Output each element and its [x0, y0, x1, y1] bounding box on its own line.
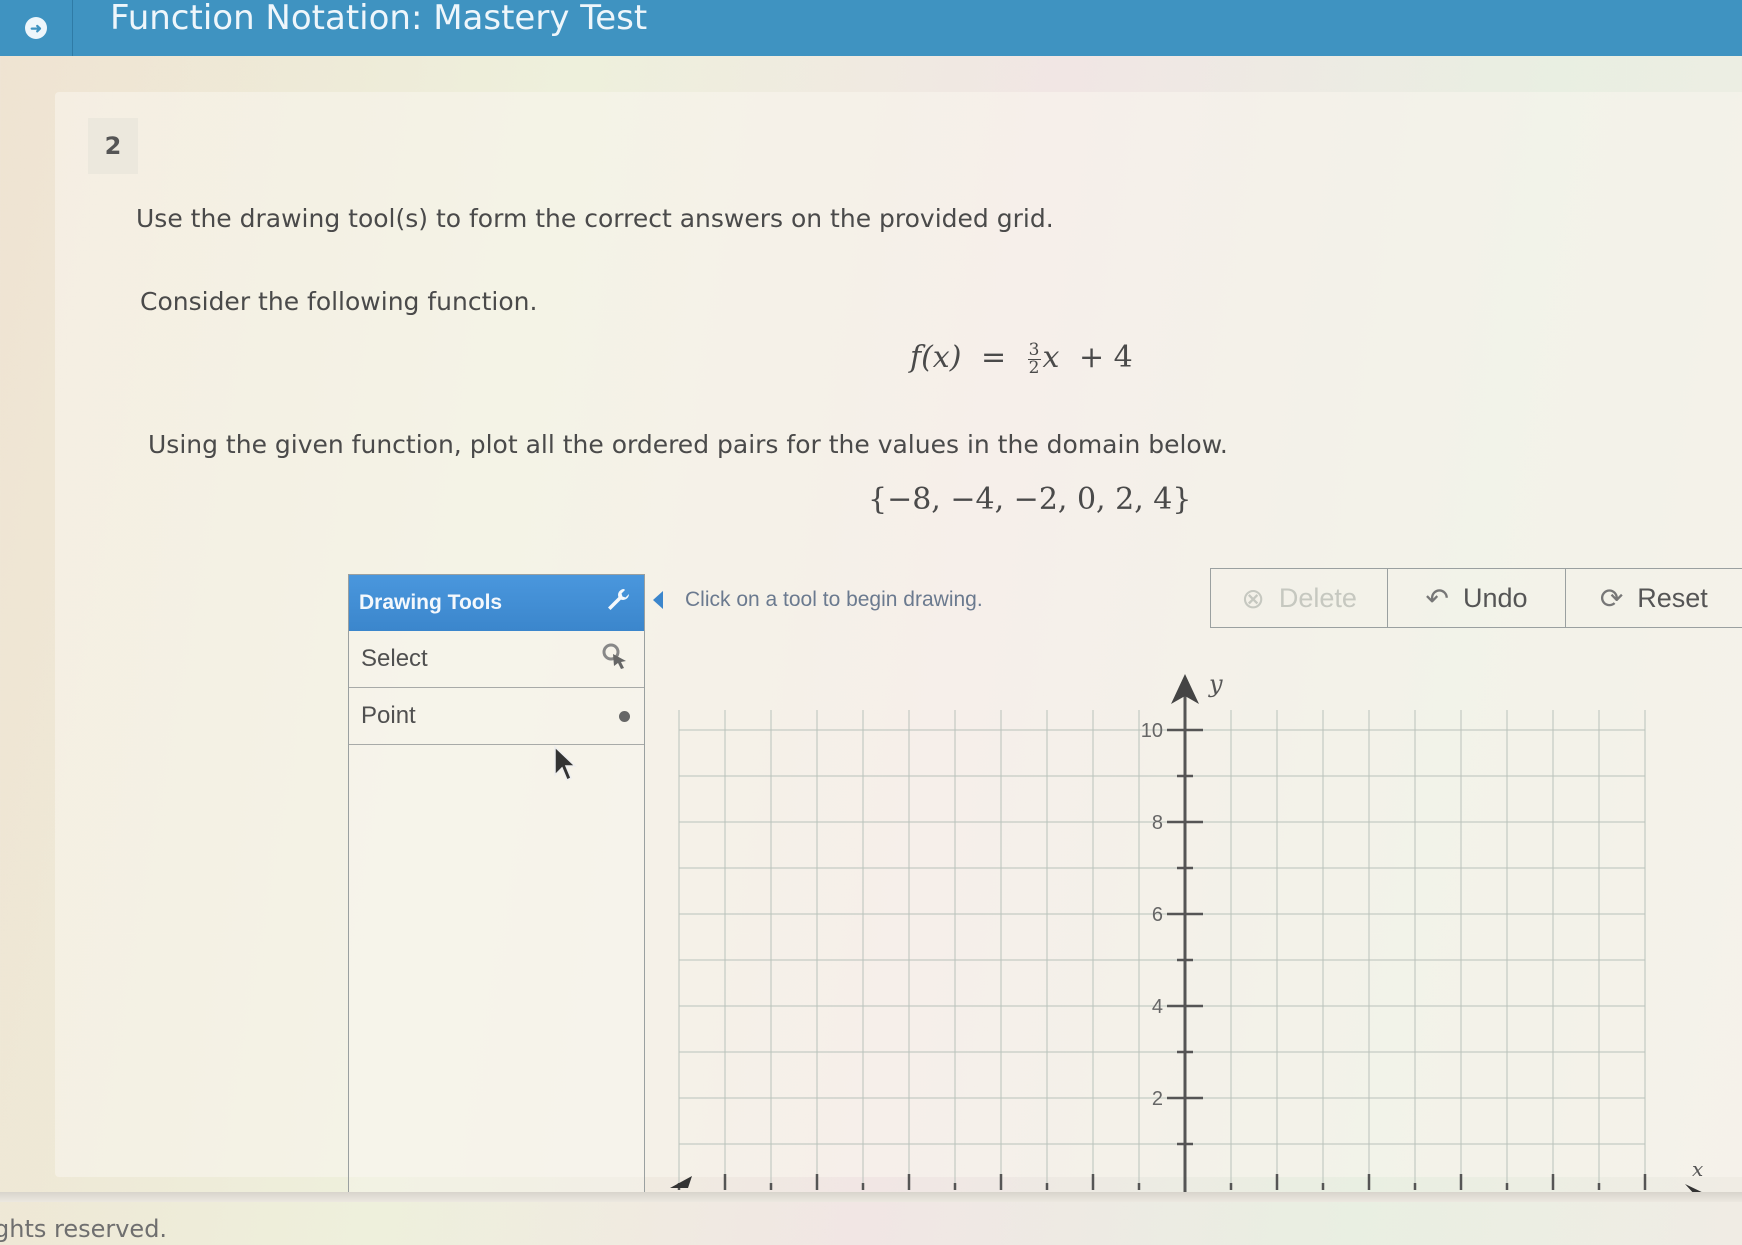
reset-refresh-icon: ⟳	[1599, 582, 1624, 614]
collapse-triangle-icon[interactable]	[653, 591, 663, 609]
nav-button[interactable]: ➜	[0, 0, 73, 56]
grid-svg[interactable]: y 2 4 6 8 10 x	[660, 640, 1742, 1200]
drawing-tools-label: Drawing Tools	[359, 591, 503, 614]
reset-label: Reset	[1637, 582, 1708, 613]
function-lhs: f(x)	[910, 340, 962, 375]
undo-arrow-icon: ↶	[1425, 582, 1449, 614]
page-divider	[0, 1192, 1742, 1202]
drawing-tools-header: Drawing Tools	[349, 575, 644, 631]
wrench-icon	[604, 586, 632, 620]
status-message: Click on a tool to begin drawing.	[685, 588, 983, 611]
question-number: 2	[88, 118, 138, 174]
fraction-denominator: 2	[1028, 357, 1040, 378]
arrow-right-circle-icon: ➜	[25, 17, 47, 39]
x-axis-left-arrow	[670, 1176, 692, 1188]
reset-button[interactable]: ⟳ Reset	[1564, 569, 1742, 627]
tool-select[interactable]: Select	[349, 631, 644, 688]
top-bar: ➜ Function Notation: Mastery Test	[0, 0, 1742, 56]
delete-label: Delete	[1278, 582, 1357, 613]
message-bar: Click on a tool to begin drawing.	[643, 572, 1210, 628]
function-formula: f(x) = 3 2 x + 4	[910, 340, 1133, 377]
select-cursor-icon	[600, 641, 630, 678]
prompt-text: Consider the following function.	[140, 287, 538, 316]
action-toolbar: ⊗ Delete ↶ Undo ⟳ Reset	[1210, 568, 1742, 628]
task-text: Using the given function, plot all the o…	[148, 430, 1228, 459]
page-title: Function Notation: Mastery Test	[110, 0, 648, 38]
function-variable: x	[1042, 340, 1060, 375]
y-tick-label: 6	[1152, 904, 1163, 926]
function-equals: =	[980, 340, 1007, 375]
y-axis-label: y	[1208, 670, 1223, 698]
coefficient-fraction: 3 2	[1027, 339, 1041, 378]
y-tick-label: 8	[1152, 812, 1163, 834]
y-tick-label: 4	[1152, 996, 1163, 1018]
undo-label: Undo	[1462, 582, 1528, 613]
mouse-pointer-icon	[553, 745, 579, 790]
tool-point-label: Point	[361, 702, 416, 729]
y-tick-label: 2	[1152, 1088, 1163, 1110]
fraction-numerator: 3	[1027, 339, 1041, 360]
tool-select-label: Select	[361, 645, 428, 672]
delete-circle-icon: ⊗	[1241, 582, 1265, 614]
undo-button[interactable]: ↶ Undo	[1387, 569, 1564, 627]
tool-point[interactable]: Point	[349, 688, 644, 745]
x-axis-label: x	[1692, 1157, 1703, 1181]
instruction-text: Use the drawing tool(s) to form the corr…	[136, 204, 1054, 233]
drawing-tools-panel: Drawing Tools Select Point	[348, 574, 645, 1195]
y-tick-label: 10	[1141, 720, 1163, 742]
coordinate-grid[interactable]: y 2 4 6 8 10 x	[660, 640, 1742, 1200]
footer-copyright: ghts reserved.	[0, 1215, 168, 1243]
point-dot-icon	[619, 710, 630, 722]
function-constant: + 4	[1078, 340, 1133, 375]
delete-button[interactable]: ⊗ Delete	[1210, 569, 1387, 627]
domain-set: {−8, −4, −2, 0, 2, 4}	[868, 482, 1192, 517]
